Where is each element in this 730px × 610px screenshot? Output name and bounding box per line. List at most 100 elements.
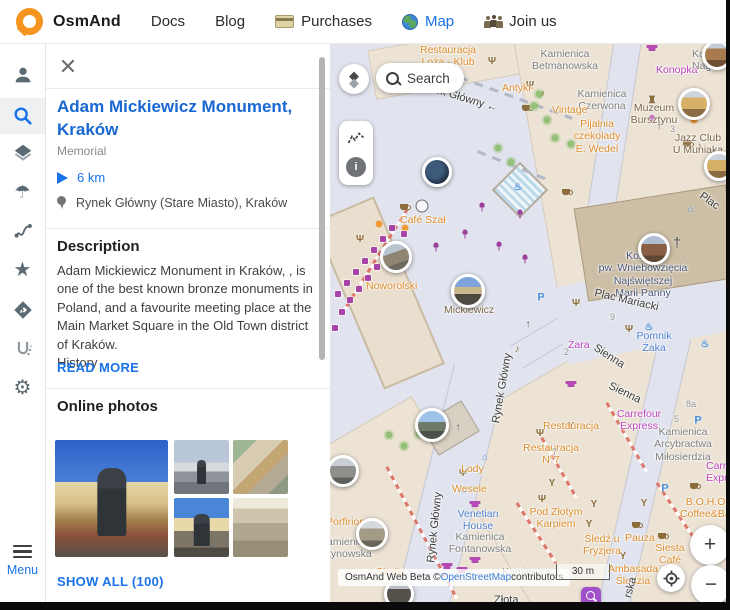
map-poi-stall-icon [371, 247, 377, 253]
zoom-out-button[interactable]: − [691, 565, 726, 602]
map-poi-parking-icon: P [537, 293, 544, 304]
panel-scrollbar[interactable] [319, 57, 325, 360]
photo-thumbnail[interactable] [233, 440, 288, 494]
map-poi-cross-icon: † [673, 235, 681, 249]
map-poi-stall-icon [380, 236, 386, 242]
attribution-prefix: OsmAnd Web Beta © [345, 572, 441, 583]
photo-viewer-icon[interactable] [581, 587, 601, 602]
sidebar-item-account[interactable] [0, 58, 45, 92]
map-label: Pod Złotym Karpiem [518, 506, 594, 531]
map-poi-flower-icon [480, 203, 485, 208]
menu-button[interactable]: Menu [0, 542, 45, 577]
divider [45, 388, 330, 389]
track-graph-button[interactable] [339, 125, 373, 151]
openstreetmap-link[interactable]: OpenStreetMap [441, 572, 512, 583]
sidebar-item-search[interactable] [0, 98, 45, 134]
map-poi-flower-icon [434, 243, 439, 248]
sidebar-item-settings[interactable]: ⚙ [0, 371, 45, 405]
map-photo-marker[interactable] [678, 88, 710, 120]
globe-icon [402, 14, 418, 30]
map-label: 8a [686, 399, 696, 410]
gear-icon: ⚙ [14, 378, 32, 398]
show-all-photos-link[interactable]: SHOW ALL (100) [57, 574, 164, 589]
sidebar-item-plugins[interactable] [0, 332, 45, 366]
photo-thumbnail[interactable] [233, 498, 288, 557]
map-poi-cup-icon [522, 105, 530, 111]
map-poi-info-map-icon [416, 200, 429, 213]
map-poi-bed-icon: ⌂ [482, 453, 488, 463]
map-poi-flower-icon [523, 255, 528, 260]
map-poi-food-icon: Ψ [488, 57, 496, 67]
nav-item-purchases[interactable]: Purchases [275, 13, 372, 30]
map-poi-shirt-icon [649, 45, 656, 51]
map-poi-bar-icon: Y [641, 499, 648, 509]
map-poi-tree-icon [401, 443, 408, 450]
nav-item-blog[interactable]: Blog [215, 13, 245, 30]
map-label: 2 [564, 347, 569, 358]
map-photo-marker[interactable] [415, 408, 449, 442]
map-poi-food-icon: Ψ [356, 235, 364, 245]
map-poi-stall-icon [339, 309, 345, 315]
map-photo-marker[interactable] [380, 241, 412, 273]
close-icon[interactable]: ✕ [55, 54, 81, 80]
map-info-button[interactable]: i [346, 157, 366, 177]
map-poi-stall-icon [353, 269, 359, 275]
sidebar-item-weather[interactable]: ☂ [0, 175, 45, 209]
map-poi-stall-icon [389, 225, 395, 231]
umbrella-icon: ☂ [14, 183, 30, 201]
map-poi-shirt-icon [568, 381, 575, 387]
photo-thumbnail[interactable] [174, 440, 229, 494]
map-photo-marker[interactable] [638, 233, 670, 265]
map-label: rsztynowska [330, 548, 372, 560]
map-poi-food-icon: Ψ [572, 299, 580, 309]
read-more-link[interactable]: READ MORE [57, 360, 139, 375]
map-photo-marker[interactable] [704, 151, 726, 181]
map-label: Kamienica Fontanowska [434, 531, 526, 556]
map-poi-stall-icon [374, 264, 380, 270]
directions-icon [12, 299, 34, 321]
map-poi-tree-icon [544, 117, 551, 124]
osmand-logo-icon [16, 8, 43, 35]
zoom-in-button[interactable]: + [690, 525, 726, 565]
map-poi-cup-icon [658, 533, 666, 539]
layers-icon-back: ◆ [349, 79, 359, 86]
online-photos-heading: Online photos [57, 398, 158, 415]
map-poi-arrow-icon: ↑ [526, 320, 531, 330]
map-poi-tree-icon [531, 103, 538, 110]
nav-item-join-us[interactable]: Join us [484, 13, 557, 30]
locate-me-button[interactable] [657, 564, 685, 592]
top-navigation-bar: OsmAnd Docs Blog Purchases Map Join us [0, 0, 726, 44]
divider [45, 88, 330, 89]
nav-item-docs[interactable]: Docs [151, 13, 185, 30]
map-photo-marker[interactable] [356, 518, 388, 550]
nav-item-map[interactable]: Map [402, 13, 454, 30]
purchases-card-icon [275, 15, 294, 28]
sidebar-item-tracks[interactable] [0, 214, 45, 248]
sidebar-item-navigation[interactable] [0, 293, 45, 327]
place-category: Memorial [57, 144, 106, 158]
map-poi-food-icon: Ψ [538, 495, 546, 505]
photo-thumbnail-large[interactable] [55, 440, 168, 557]
map-label: Lody [461, 463, 484, 475]
brand[interactable]: OsmAnd [16, 8, 121, 35]
map-label: 7 [552, 447, 557, 458]
map-search-button[interactable]: Search [376, 63, 464, 93]
map-layers-button[interactable]: ◆ ◆ [339, 64, 369, 94]
map-canvas[interactable]: ΨΨΨΨΨΨΨΨΨYYYYYY♪♪♜†PPP⌂⌂⌂⌂♨♨♨↑↑↑ Restaur… [330, 44, 726, 602]
map-photo-marker[interactable] [451, 274, 485, 308]
map-label: Wesele [452, 483, 487, 495]
map-poi-flower-icon [518, 210, 523, 215]
map-label: Restauracja [543, 420, 599, 432]
sidebar-item-layers[interactable] [0, 136, 45, 170]
map-poi-music-icon: ♪ [515, 345, 520, 355]
map-poi-stall-icon [356, 286, 362, 292]
description-text: Adam Mickiewicz Monument in Kraków, , is… [57, 262, 319, 373]
photo-thumbnail[interactable] [174, 498, 229, 557]
distance-row[interactable]: 6 km [57, 170, 105, 185]
description-heading: Description [57, 238, 140, 255]
map-photo-marker[interactable] [422, 157, 452, 187]
map-poi-bar-icon: Y [549, 479, 556, 489]
sidebar-item-favorites[interactable]: ★ [0, 253, 45, 287]
direction-arrow-icon [57, 172, 68, 184]
place-title: Adam Mickiewicz Monument, Kraków [57, 96, 307, 142]
